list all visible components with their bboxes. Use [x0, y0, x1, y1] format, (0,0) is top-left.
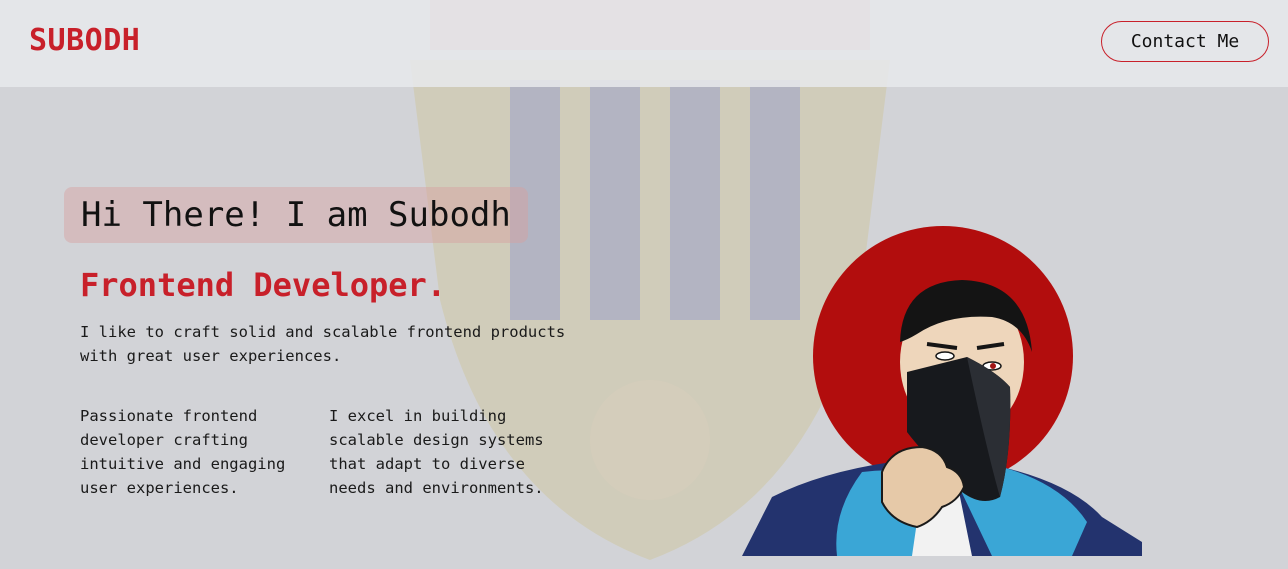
- site-logo[interactable]: SUBODH: [29, 23, 140, 58]
- avatar-illustration-icon: [742, 226, 1142, 556]
- greeting-heading: Hi There! I am Subodh: [64, 187, 528, 243]
- contact-me-button[interactable]: Contact Me: [1101, 21, 1269, 62]
- navbar: SUBODH Contact Me: [0, 0, 1288, 87]
- feature-text-right: I excel in building scalable design syst…: [329, 407, 544, 497]
- feature-text-left: Passionate frontend developer crafting i…: [80, 407, 286, 497]
- role-title: Frontend Developer.: [80, 266, 447, 304]
- intro-text: I like to craft solid and scalable front…: [80, 323, 566, 365]
